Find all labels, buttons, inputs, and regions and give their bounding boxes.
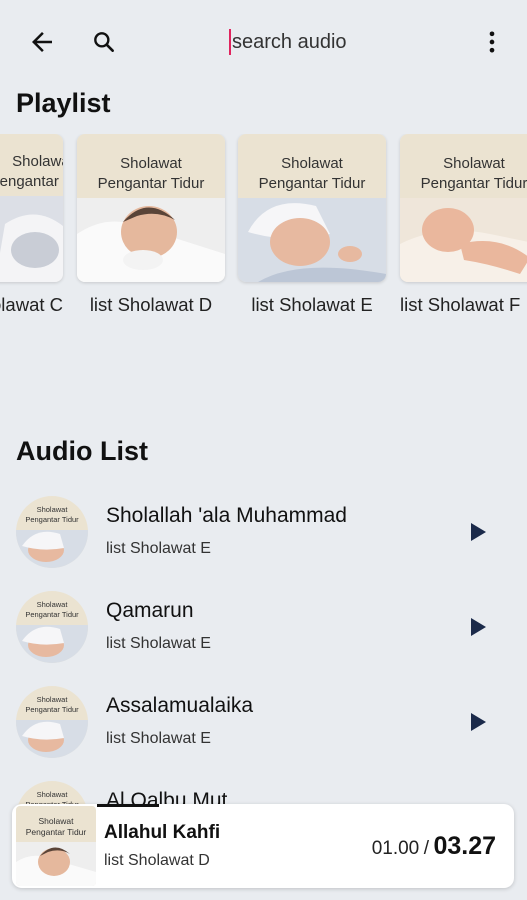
playlist-heading: Playlist — [16, 88, 111, 118]
top-app-bar — [0, 0, 527, 84]
play-button[interactable] — [464, 708, 492, 736]
play-icon — [471, 618, 486, 636]
time-separator: / — [423, 838, 429, 859]
svg-text:Pengantar Tidur: Pengantar Tidur — [25, 705, 79, 714]
current-time: 01.00 — [371, 838, 420, 859]
playlist-label: list Sholawat D — [89, 294, 213, 315]
playlist-label: list Sholawat E — [251, 294, 373, 315]
arrow-left-icon — [32, 32, 52, 52]
audio-title: Qamarun — [106, 599, 194, 622]
playlist-card[interactable]: Sholawat Pengantar Tidur list Sholawat E — [238, 134, 386, 316]
baby-cover-image: Sholawat Pengantar Tidur — [238, 134, 386, 282]
svg-text:Pengantar Tidur: Pengantar Tidur — [421, 175, 527, 192]
search-button[interactable] — [88, 26, 120, 58]
play-button[interactable] — [464, 613, 492, 641]
audio-cover: Sholawat Pengantar Tidur — [16, 591, 88, 663]
playback-time: 01.00 / 03.27 — [372, 832, 496, 861]
svg-text:Pengantar Tidur: Pengantar Tidur — [25, 515, 79, 524]
audio-title: Assalamualaika — [106, 694, 254, 717]
svg-text:Sholawat: Sholawat — [39, 816, 75, 826]
now-playing-cover: Sholawat Pengantar Tidur — [16, 806, 96, 886]
baby-cover-image: Sholawat Pengantar Tidur — [16, 686, 88, 758]
baby-cover-image: Sholawat Pengantar Tidur — [0, 134, 63, 282]
search-field[interactable] — [229, 28, 432, 56]
text-cursor — [229, 29, 231, 55]
baby-cover-image: Sholawat Pengantar Tidur — [16, 496, 88, 568]
baby-cover-image: Sholawat Pengantar Tidur — [16, 591, 88, 663]
audio-cover: Sholawat Pengantar Tidur — [16, 496, 88, 568]
svg-text:Pengantar Tidur: Pengantar Tidur — [0, 173, 63, 190]
svg-text:Sholawat: Sholawat — [37, 695, 69, 704]
playback-progress-bar[interactable] — [97, 804, 159, 807]
playlist-label: list Sholawat C — [0, 294, 63, 315]
audio-list-item[interactable]: Sholawat Pengantar Tidur Sholallah 'ala … — [0, 496, 527, 586]
audio-playlist-name: list Sholawat E — [106, 635, 211, 652]
playlist-cover: Sholawat Pengantar Tidur — [0, 134, 63, 282]
audio-list-item[interactable]: Sholawat Pengantar Tidur Assalamualaika … — [0, 686, 527, 776]
baby-cover-image: Sholawat Pengantar Tidur — [77, 134, 225, 282]
play-button[interactable] — [464, 518, 492, 546]
audio-title: Sholallah 'ala Muhammad — [106, 504, 347, 527]
audio-cover: Sholawat Pengantar Tidur — [16, 686, 88, 758]
svg-text:Sholawat: Sholawat — [37, 505, 69, 514]
audio-playlist-name: list Sholawat E — [106, 730, 211, 747]
now-playing-playlist: list Sholawat D — [104, 852, 210, 869]
search-input[interactable] — [232, 30, 432, 54]
svg-text:Sholawat: Sholawat — [443, 155, 506, 172]
playlist-card[interactable]: Sholawat Pengantar Tidur list Sholawat F — [400, 134, 527, 316]
back-button[interactable] — [24, 24, 60, 60]
svg-text:Sholawat: Sholawat — [37, 790, 69, 799]
playlist-card[interactable]: Sholawat Pengantar Tidur list Sholawat D — [77, 134, 225, 316]
overflow-menu-button[interactable] — [476, 24, 508, 60]
svg-text:Sholawat: Sholawat — [120, 155, 183, 172]
now-playing-title: Allahul Kahfi — [104, 822, 221, 843]
svg-text:Sholawat: Sholawat — [281, 155, 344, 172]
svg-text:Pengantar Tidur: Pengantar Tidur — [259, 175, 366, 192]
mini-player[interactable]: Sholawat Pengantar Tidur Allahul Kahfi l… — [12, 804, 514, 888]
baby-cover-image: Sholawat Pengantar Tidur — [16, 806, 96, 886]
svg-text:Pengantar Tidur: Pengantar Tidur — [26, 827, 87, 837]
baby-cover-image: Sholawat Pengantar Tidur — [400, 134, 527, 282]
audio-list-heading: Audio List — [16, 436, 148, 466]
playlist-cover: Sholawat Pengantar Tidur — [400, 134, 527, 282]
playlist-card[interactable]: Sholawat Pengantar Tidur list Sholawat C — [0, 134, 63, 316]
playlist-cover: Sholawat Pengantar Tidur — [238, 134, 386, 282]
svg-text:Pengantar Tidur: Pengantar Tidur — [25, 610, 79, 619]
svg-text:Sholawat: Sholawat — [12, 153, 63, 170]
total-time: 03.27 — [433, 832, 496, 860]
audio-list-item[interactable]: Sholawat Pengantar Tidur Qamarun list Sh… — [0, 591, 527, 681]
play-icon — [471, 713, 486, 731]
play-icon — [471, 523, 486, 541]
search-icon — [94, 32, 114, 52]
more-vertical-icon — [489, 31, 495, 53]
audio-playlist-name: list Sholawat E — [106, 540, 211, 557]
playlist-label: list Sholawat F — [400, 294, 521, 315]
playlist-carousel[interactable]: Sholawat Pengantar Tidur list Sholawat C… — [0, 134, 527, 324]
svg-text:Pengantar Tidur: Pengantar Tidur — [98, 175, 205, 192]
svg-text:Sholawat: Sholawat — [37, 600, 69, 609]
playlist-cover: Sholawat Pengantar Tidur — [77, 134, 225, 282]
